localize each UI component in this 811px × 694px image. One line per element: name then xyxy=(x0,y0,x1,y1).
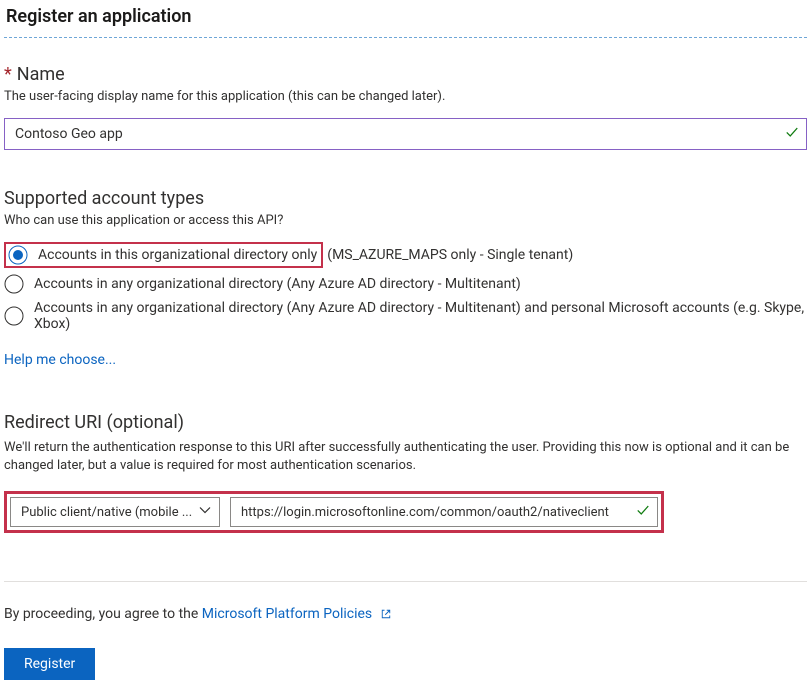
radio-icon xyxy=(8,245,28,265)
checkmark-icon xyxy=(785,125,799,143)
redirect-type-value: Public client/native (mobile ... xyxy=(21,505,192,520)
radio-label: Accounts in any organizational directory… xyxy=(34,300,807,332)
account-type-option-multitenant-personal[interactable]: Accounts in any organizational directory… xyxy=(4,300,807,332)
radio-extra: (MS_AZURE_MAPS only - Single tenant) xyxy=(327,247,573,263)
platform-policies-link[interactable]: Microsoft Platform Policies xyxy=(202,606,392,622)
policies-prefix: By proceeding, you agree to the xyxy=(4,606,202,622)
register-button[interactable]: Register xyxy=(4,648,95,680)
name-hint: The user-facing display name for this ap… xyxy=(4,89,807,104)
account-types-question: Who can use this application or access t… xyxy=(4,213,807,228)
highlight-box: Accounts in this organizational director… xyxy=(4,242,323,268)
redirect-uri-input[interactable] xyxy=(230,497,658,527)
radio-icon xyxy=(4,306,24,326)
page-title: Register an application xyxy=(6,6,807,27)
checkmark-icon xyxy=(636,503,650,521)
help-me-choose-link[interactable]: Help me choose... xyxy=(4,352,116,368)
redirect-uri-highlight: Public client/native (mobile ... xyxy=(4,491,664,533)
name-heading: *Name xyxy=(4,64,807,85)
name-heading-text: Name xyxy=(17,64,65,85)
account-types-heading: Supported account types xyxy=(4,188,807,209)
radio-label: Accounts in this organizational director… xyxy=(38,247,317,263)
bottom-divider xyxy=(4,581,807,582)
account-types-section: Supported account types Who can use this… xyxy=(4,188,807,368)
redirect-uri-heading: Redirect URI (optional) xyxy=(4,412,807,433)
title-divider xyxy=(4,37,807,38)
redirect-uri-description: We'll return the authentication response… xyxy=(4,439,807,475)
chevron-down-icon xyxy=(199,504,211,520)
radio-icon xyxy=(4,274,24,294)
radio-label: Accounts in any organizational directory… xyxy=(34,276,521,292)
external-link-icon xyxy=(380,608,392,624)
policies-row: By proceeding, you agree to the Microsof… xyxy=(4,606,807,624)
required-star-icon: * xyxy=(4,64,12,85)
account-type-option-multitenant[interactable]: Accounts in any organizational directory… xyxy=(4,274,807,294)
name-section: *Name The user-facing display name for t… xyxy=(4,64,807,150)
redirect-type-dropdown[interactable]: Public client/native (mobile ... xyxy=(10,497,220,527)
account-type-option-single-tenant[interactable]: Accounts in this organizational director… xyxy=(4,242,807,268)
app-name-input[interactable] xyxy=(4,118,807,150)
redirect-uri-section: Redirect URI (optional) We'll return the… xyxy=(4,412,807,533)
